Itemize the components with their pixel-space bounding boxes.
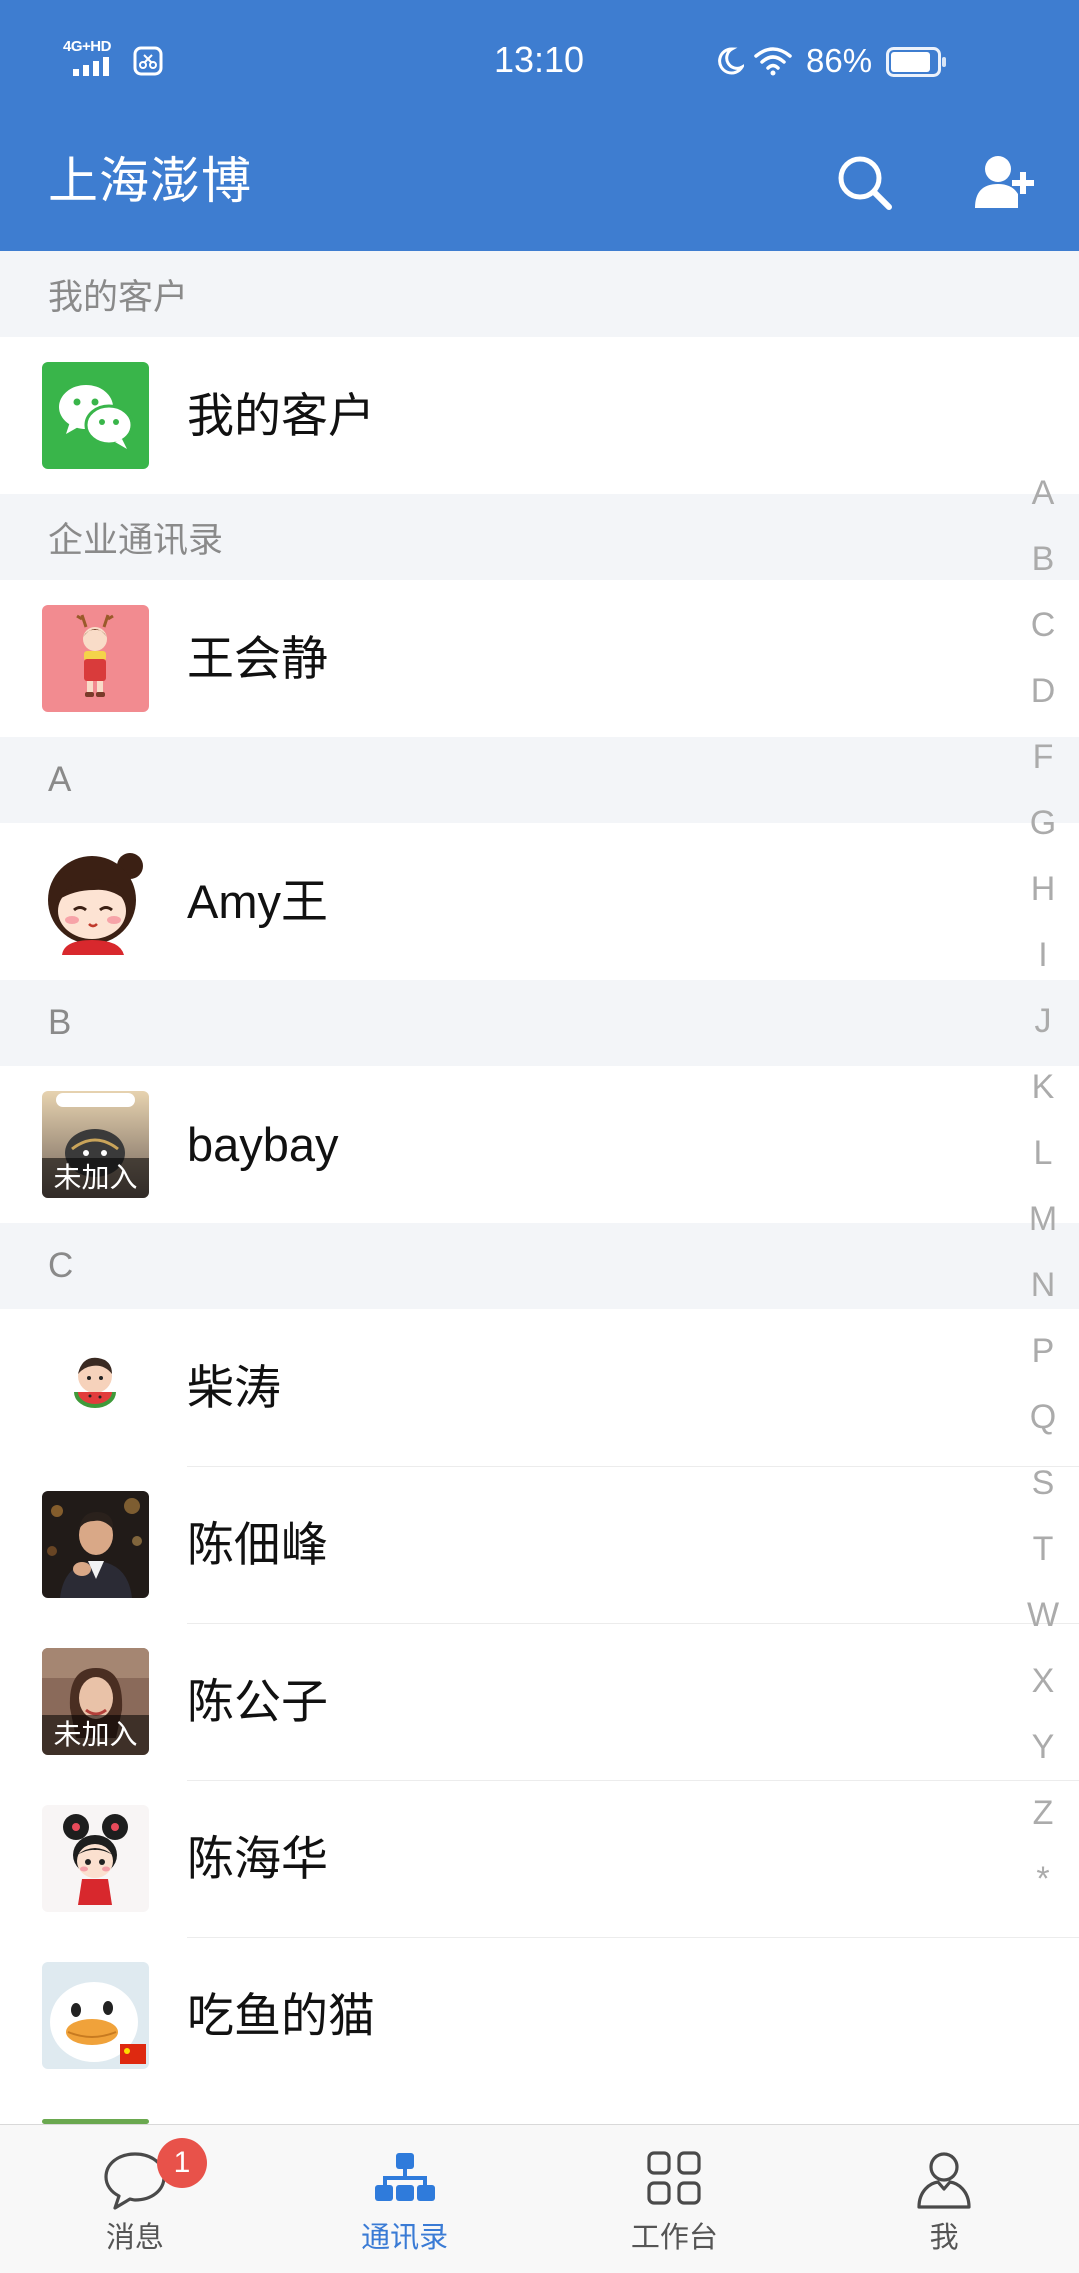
tab-messages[interactable]: 1 消息	[0, 2125, 270, 2273]
index-letter[interactable]: D	[1013, 658, 1073, 724]
app-header: 4G+HD 13:10 86% 上海澎博	[0, 0, 1079, 251]
index-letter[interactable]: P	[1013, 1318, 1073, 1384]
search-icon	[838, 156, 892, 210]
me-icon	[917, 2152, 971, 2209]
index-letter[interactable]: A	[1013, 460, 1073, 526]
section-header-a: A	[0, 737, 1079, 823]
tab-me[interactable]: 我	[809, 2125, 1079, 2273]
index-letter[interactable]: K	[1013, 1054, 1073, 1120]
alphabet-index-bar[interactable]: A B C D F G H I J K L M N P Q S T W X Y …	[1013, 460, 1073, 1912]
index-letter[interactable]: M	[1013, 1186, 1073, 1252]
unread-badge: 1	[157, 2138, 207, 2188]
tab-label: 我	[929, 2222, 959, 2254]
add-contact-icon	[975, 156, 1034, 208]
index-letter[interactable]: C	[1013, 592, 1073, 658]
index-letter[interactable]: Q	[1013, 1384, 1073, 1450]
index-letter[interactable]: X	[1013, 1648, 1073, 1714]
index-letter[interactable]: J	[1013, 988, 1073, 1054]
do-not-disturb-moon-icon	[718, 47, 744, 75]
not-joined-tag: 未加入	[42, 1158, 149, 1198]
section-title: 企业通讯录	[48, 520, 224, 560]
contact-avatar: 未加入	[42, 1091, 149, 1198]
section-header-c: C	[0, 1223, 1079, 1309]
contact-avatar	[42, 1805, 149, 1912]
network-type: 4G+HD	[63, 38, 111, 55]
contact-avatar	[42, 848, 149, 955]
not-joined-tag: 未加入	[42, 1715, 149, 1755]
index-letter[interactable]: B	[1013, 526, 1073, 592]
index-letter[interactable]: Y	[1013, 1714, 1073, 1780]
index-letter[interactable]: Z	[1013, 1780, 1073, 1846]
section-header-b: B	[0, 980, 1079, 1066]
contact-list[interactable]: 我的客户 我的客户 企业通讯录 王会静 A Amy王 B 未加入 baybay …	[0, 251, 1079, 2124]
list-item-contact[interactable]: 柴涛	[0, 1309, 1079, 1466]
list-item-contact[interactable]: 王会静	[0, 580, 1079, 737]
index-letter[interactable]: G	[1013, 790, 1073, 856]
search-button[interactable]	[832, 150, 896, 214]
list-item-my-customers[interactable]: 我的客户	[0, 337, 1079, 494]
workbench-icon	[647, 2151, 701, 2205]
section-header-my-customers: 我的客户	[0, 251, 1079, 337]
status-time: 13:10	[493, 39, 585, 80]
contact-name: 陈佃峰	[187, 1517, 328, 1571]
section-header-enterprise-directory: 企业通讯录	[0, 494, 1079, 580]
bottom-tab-bar: 1 消息 通讯录 工作台 我	[0, 2124, 1079, 2273]
index-letter[interactable]: H	[1013, 856, 1073, 922]
contact-avatar	[42, 1491, 149, 1598]
index-letter[interactable]: S	[1013, 1450, 1073, 1516]
tab-contacts[interactable]: 通讯录	[270, 2125, 540, 2273]
section-title: 我的客户	[48, 277, 189, 317]
tab-workbench[interactable]: 工作台	[540, 2125, 810, 2273]
section-title: A	[48, 760, 72, 799]
wechat-icon	[42, 362, 149, 469]
index-letter[interactable]: L	[1013, 1120, 1073, 1186]
index-letter[interactable]: T	[1013, 1516, 1073, 1582]
wifi-icon	[754, 47, 792, 76]
index-letter[interactable]: N	[1013, 1252, 1073, 1318]
contact-avatar	[42, 605, 149, 712]
add-contact-button[interactable]	[972, 150, 1036, 214]
contact-name: 王会静	[187, 631, 328, 685]
tab-label: 通讯录	[361, 2222, 449, 2254]
contact-avatar	[42, 1334, 149, 1441]
contact-avatar	[42, 1962, 149, 2069]
list-item-contact[interactable]: 吃鱼的猫	[0, 1937, 1079, 2094]
contact-name: 吃鱼的猫	[187, 1988, 375, 2042]
page-title: 上海澎博	[48, 153, 252, 209]
index-letter[interactable]: I	[1013, 922, 1073, 988]
list-item-contact[interactable]: 未加入 陈公子	[0, 1623, 1079, 1780]
section-title: C	[48, 1246, 74, 1285]
contact-name: 我的客户	[187, 388, 375, 442]
section-title: B	[48, 1003, 72, 1042]
contact-name: 陈海华	[187, 1831, 328, 1885]
contact-avatar: 未加入	[42, 1648, 149, 1755]
contact-name: 柴涛	[187, 1360, 281, 1414]
index-letter[interactable]: W	[1013, 1582, 1073, 1648]
battery-percent: 86%	[806, 42, 873, 79]
tab-label: 消息	[105, 2222, 164, 2254]
sim-card-icon	[133, 46, 163, 76]
contact-name: baybay	[187, 1117, 339, 1171]
list-item-contact[interactable]: Amy王	[0, 823, 1079, 980]
index-letter[interactable]: *	[1013, 1846, 1073, 1912]
contacts-icon	[374, 2153, 435, 2201]
contact-name: 陈公子	[187, 1674, 328, 1728]
battery-icon	[886, 47, 946, 77]
list-item-contact[interactable]: 陈佃峰	[0, 1466, 1079, 1623]
signal-strength-icon	[73, 57, 109, 76]
contact-name: Amy王	[187, 874, 328, 928]
tab-label: 工作台	[630, 2222, 718, 2254]
list-item-contact[interactable]: 未加入 baybay	[0, 1066, 1079, 1223]
index-letter[interactable]: F	[1013, 724, 1073, 790]
list-item-contact[interactable]: 陈海华	[0, 1780, 1079, 1937]
list-item-partial[interactable]	[0, 2094, 1079, 2124]
